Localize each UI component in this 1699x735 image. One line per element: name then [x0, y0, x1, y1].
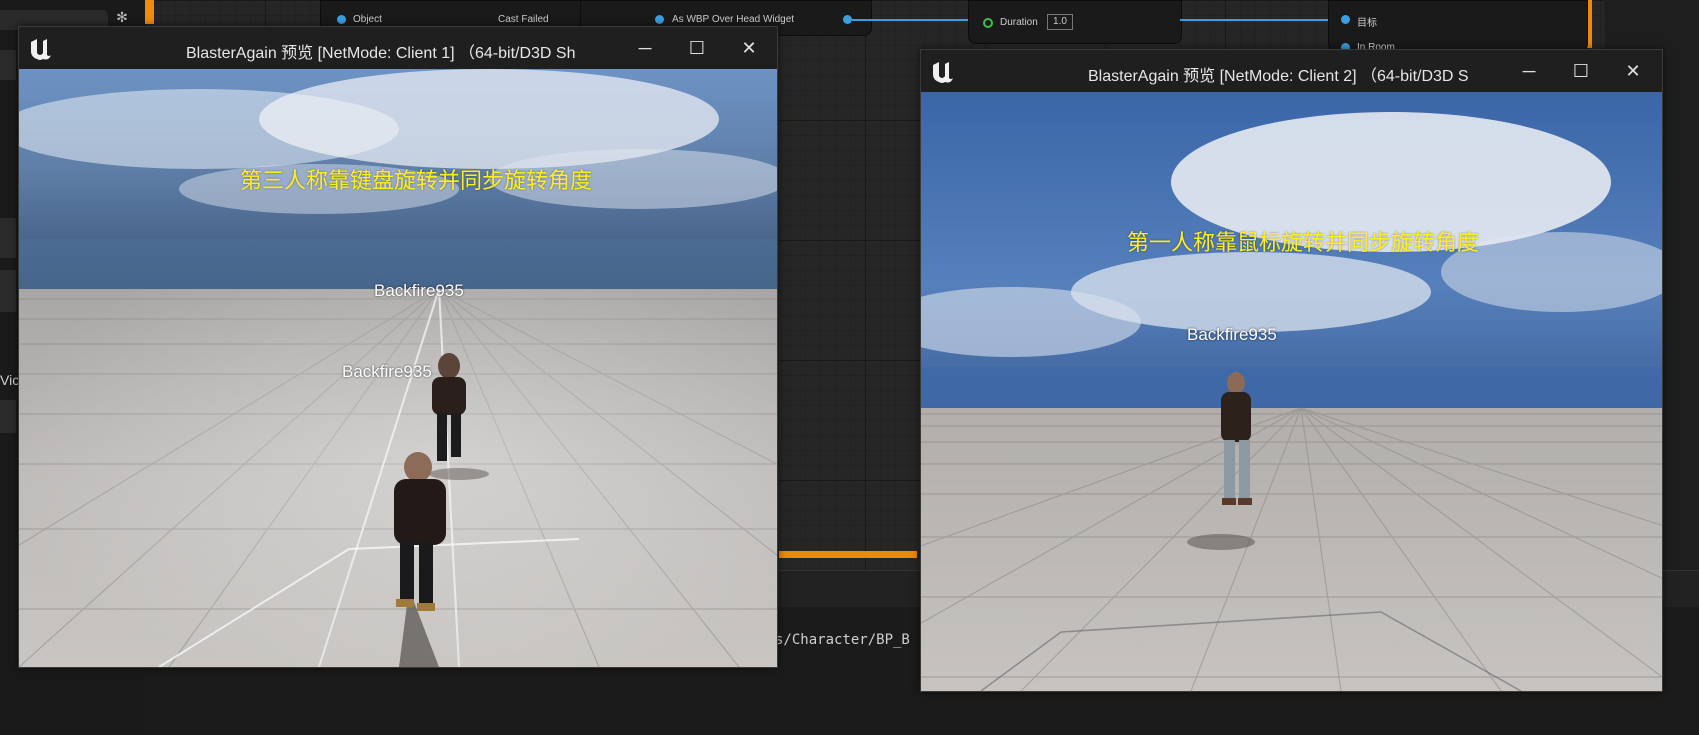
object-pin-label: Object: [353, 14, 382, 25]
instruction-overlay: 第一人称靠鼠标旋转并同步旋转角度: [1127, 230, 1480, 255]
maximize-button[interactable]: ☐: [677, 33, 717, 63]
nameplate-character: Backfire935: [1187, 325, 1277, 344]
titlebar[interactable]: BlasterAgain 预览 [NetMode: Client 2] （64-…: [921, 50, 1662, 92]
delay-node[interactable]: Duration 1.0: [968, 0, 1182, 44]
target-pin[interactable]: [1341, 15, 1350, 24]
duration-input[interactable]: 1.0: [1047, 14, 1073, 30]
game-scene: [921, 92, 1662, 691]
target-node[interactable]: 目标 In Room: [1328, 0, 1588, 53]
unreal-engine-logo: [928, 57, 956, 85]
instruction-overlay: 第三人称靠键盘旋转并同步旋转角度: [240, 168, 593, 193]
as-widget-label: As WBP Over Head Widget: [672, 14, 795, 25]
duration-label: Duration: [1000, 17, 1038, 28]
duration-pin[interactable]: [983, 18, 993, 28]
window-title: BlasterAgain 预览 [NetMode: Client 2] （64-…: [1088, 68, 1469, 85]
asset-path: s/Character/BP_B: [775, 632, 910, 648]
gear-icon[interactable]: ✻: [113, 8, 131, 26]
clipped-label: Vic: [0, 372, 20, 388]
minimize-button[interactable]: ─: [1509, 56, 1549, 86]
wire: [852, 19, 972, 21]
wire: [1180, 19, 1330, 21]
object-pin[interactable]: [337, 15, 346, 24]
maximize-button[interactable]: ☐: [1561, 56, 1601, 86]
titlebar[interactable]: BlasterAgain 预览 [NetMode: Client 1] （64-…: [19, 27, 777, 69]
cast-failed-label: Cast Failed: [498, 14, 549, 25]
as-widget-out-pin[interactable]: [843, 15, 852, 24]
close-button[interactable]: ✕: [1613, 56, 1653, 86]
nameplate-near: Backfire935: [342, 362, 432, 381]
as-widget-pin[interactable]: [655, 15, 664, 24]
nameplate-far: Backfire935: [374, 281, 464, 300]
pie-window-client-2[interactable]: BlasterAgain 预览 [NetMode: Client 2] （64-…: [920, 49, 1663, 692]
close-button[interactable]: ✕: [729, 33, 769, 63]
minimize-button[interactable]: ─: [625, 33, 665, 63]
game-viewport[interactable]: 第一人称靠鼠标旋转并同步旋转角度 Backfire935: [921, 92, 1662, 691]
game-viewport[interactable]: 第三人称靠键盘旋转并同步旋转角度 Backfire935 Backfire935: [19, 69, 777, 667]
window-title: BlasterAgain 预览 [NetMode: Client 1] （64-…: [186, 45, 576, 62]
pie-window-client-1[interactable]: BlasterAgain 预览 [NetMode: Client 1] （64-…: [18, 26, 778, 668]
target-label: 目标: [1357, 18, 1377, 29]
graph-accent-bar: [145, 0, 154, 24]
selected-node-border: [779, 551, 917, 558]
unreal-engine-logo: [26, 34, 54, 62]
